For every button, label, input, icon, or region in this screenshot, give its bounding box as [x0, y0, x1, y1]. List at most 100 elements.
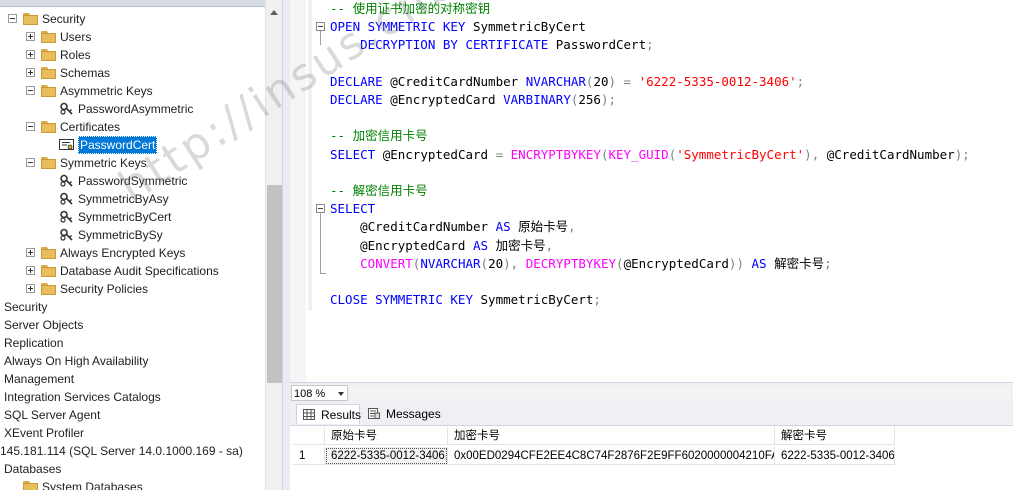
- folder-icon: [23, 13, 39, 25]
- tree-node[interactable]: PasswordAsymmetric: [0, 100, 265, 118]
- code-line[interactable]: DECLARE @EncryptedCard VARBINARY(256);: [330, 91, 616, 109]
- tree-node[interactable]: Asymmetric Keys: [0, 82, 265, 100]
- tree-node-label: PasswordSymmetric: [78, 174, 188, 188]
- grid-icon: [303, 409, 315, 420]
- scroll-up-arrow-icon[interactable]: [270, 10, 278, 15]
- tree-node[interactable]: Databases: [0, 460, 265, 478]
- code-line[interactable]: -- 加密信用卡号: [330, 127, 428, 145]
- zoom-value: 108 %: [294, 388, 326, 400]
- collapse-minus-icon[interactable]: [26, 122, 35, 131]
- tree-node[interactable]: Symmetric Keys: [0, 154, 265, 172]
- expand-plus-icon[interactable]: [26, 32, 35, 41]
- tree-node-label: PasswordAsymmetric: [78, 102, 194, 116]
- tree-node[interactable]: PasswordSymmetric: [0, 172, 265, 190]
- folder-icon: [41, 85, 57, 97]
- fold-guide: [320, 213, 321, 273]
- tree-node[interactable]: System Databases: [0, 478, 265, 490]
- folder-icon: [41, 265, 57, 277]
- table-cell[interactable]: 6222-5335-0012-3406: [325, 447, 448, 465]
- query-editor[interactable]: -- 使用证书加密的对称密钥 OPEN SYMMETRIC KEY Symmetr…: [290, 0, 1013, 382]
- chevron-down-icon[interactable]: [338, 392, 344, 396]
- code-line[interactable]: OPEN SYMMETRIC KEY SymmetricByCert: [330, 18, 586, 36]
- code-line[interactable]: CLOSE SYMMETRIC KEY SymmetricByCert;: [330, 291, 601, 309]
- code-line[interactable]: @CreditCardNumber AS 原始卡号,: [330, 218, 576, 236]
- code-line[interactable]: -- 解密信用卡号: [330, 182, 428, 200]
- expand-plus-icon[interactable]: [26, 266, 35, 275]
- object-explorer: Security Users Roles Schemas Asymmetric Keys…: [0, 0, 282, 490]
- tree-node-label: Users: [60, 30, 92, 44]
- zoom-dropdown[interactable]: 108 %: [291, 385, 348, 401]
- code-line[interactable]: @EncryptedCard AS 加密卡号,: [330, 237, 553, 255]
- table-cell[interactable]: 0x00ED0294CFE2EE4C8C74F2876F2E9FF6020000…: [448, 447, 775, 465]
- folder-icon: [41, 283, 57, 295]
- tree-node[interactable]: Schemas: [0, 64, 265, 82]
- expand-plus-icon[interactable]: [26, 284, 35, 293]
- tree-node-label: Always On High Availability: [4, 354, 149, 368]
- grid-corner[interactable]: [293, 427, 325, 445]
- tree-node[interactable]: 145.181.114 (SQL Server 14.0.1000.169 - …: [0, 442, 265, 460]
- tree-node[interactable]: SymmetricByCert: [0, 208, 265, 226]
- editor-horizontal-scrollbar[interactable]: [350, 387, 1010, 399]
- collapse-minus-icon[interactable]: [26, 158, 35, 167]
- zoom-bar: 108 %: [290, 382, 1013, 403]
- tab-results[interactable]: Results: [296, 404, 362, 424]
- fold-toggle-icon[interactable]: [316, 204, 325, 213]
- tree-node-label: Management: [4, 372, 75, 386]
- tree-node-label: Security Policies: [60, 282, 149, 296]
- results-grid[interactable]: 原始卡号 加密卡号 解密卡号 1 6222-5335-0012-3406 0x0…: [293, 427, 1013, 490]
- tab-messages[interactable]: Messages: [362, 404, 442, 424]
- row-number[interactable]: 1: [293, 447, 325, 465]
- collapse-minus-icon[interactable]: [8, 14, 17, 23]
- folder-icon: [41, 121, 57, 133]
- tree-node[interactable]: Security: [0, 298, 265, 316]
- collapse-minus-icon[interactable]: [26, 86, 35, 95]
- folder-icon: [41, 67, 57, 79]
- tree-node[interactable]: Database Audit Specifications: [0, 262, 265, 280]
- tree-node[interactable]: Management: [0, 370, 265, 388]
- folder-icon: [23, 481, 39, 490]
- tree-node-label: Certificates: [60, 120, 121, 134]
- tree-node-label: 145.181.114 (SQL Server 14.0.1000.169 - …: [0, 444, 243, 458]
- key-icon: [60, 174, 73, 187]
- tree-node[interactable]: SymmetricBySy: [0, 226, 265, 244]
- tree-node[interactable]: Integration Services Catalogs: [0, 388, 265, 406]
- expand-plus-icon[interactable]: [26, 68, 35, 77]
- tree-node[interactable]: Server Objects: [0, 316, 265, 334]
- fold-guide: [320, 31, 321, 45]
- code-line[interactable]: DECRYPTION BY CERTIFICATE PasswordCert;: [330, 36, 654, 54]
- tree-node-label: PasswordCert: [78, 136, 158, 154]
- explorer-scrollbar[interactable]: [265, 0, 282, 490]
- expand-plus-icon[interactable]: [26, 248, 35, 257]
- tree-node[interactable]: Users: [0, 28, 265, 46]
- tree-node-label: Symmetric Keys: [60, 156, 147, 170]
- table-cell[interactable]: 6222-5335-0012-3406: [775, 447, 895, 465]
- tree-node-label: SymmetricBySy: [78, 228, 163, 242]
- tree-node[interactable]: SQL Server Agent: [0, 406, 265, 424]
- code-line[interactable]: SELECT @EncryptedCard = ENCRYPTBYKEY(KEY…: [330, 146, 970, 164]
- code-line[interactable]: -- 使用证书加密的对称密钥: [330, 0, 490, 18]
- folder-icon: [41, 157, 57, 169]
- tree-node[interactable]: Certificates: [0, 118, 265, 136]
- tab-messages-label: Messages: [386, 407, 441, 421]
- tree-node[interactable]: Roles: [0, 46, 265, 64]
- tree-node[interactable]: XEvent Profiler: [0, 424, 265, 442]
- code-line[interactable]: CONVERT(NVARCHAR(20), DECRYPTBYKEY(@Encr…: [330, 255, 832, 273]
- tree-node[interactable]: Replication: [0, 334, 265, 352]
- tree-node[interactable]: Security: [0, 10, 265, 28]
- tab-results-label: Results: [321, 408, 362, 422]
- explorer-scroll-thumb[interactable]: [267, 185, 282, 383]
- expand-plus-icon[interactable]: [26, 50, 35, 59]
- code-line[interactable]: SELECT: [330, 200, 375, 218]
- tree-node[interactable]: PasswordCert: [0, 136, 265, 154]
- column-header[interactable]: 原始卡号: [325, 427, 448, 445]
- tree-node-label: Roles: [60, 48, 91, 62]
- tree-node[interactable]: Always Encrypted Keys: [0, 244, 265, 262]
- tree-node-label: Replication: [4, 336, 64, 350]
- code-line[interactable]: DECLARE @CreditCardNumber NVARCHAR(20) =…: [330, 73, 804, 91]
- column-header[interactable]: 加密卡号: [448, 427, 775, 445]
- column-header[interactable]: 解密卡号: [775, 427, 895, 445]
- tree-node[interactable]: SymmetricByAsy: [0, 190, 265, 208]
- tree-node[interactable]: Security Policies: [0, 280, 265, 298]
- tree-node[interactable]: Always On High Availability: [0, 352, 265, 370]
- fold-toggle-icon[interactable]: [316, 22, 325, 31]
